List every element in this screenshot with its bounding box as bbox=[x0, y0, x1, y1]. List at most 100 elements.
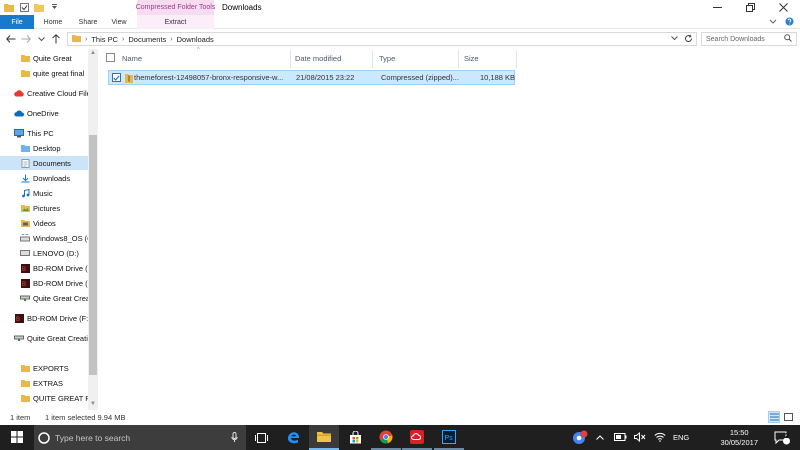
sidebar-item-label: Documents bbox=[33, 158, 71, 168]
column-divider[interactable] bbox=[290, 50, 291, 68]
refresh-icon[interactable] bbox=[684, 34, 693, 45]
creative-cloud-taskbar-icon[interactable] bbox=[402, 425, 432, 450]
scrollbar-thumb[interactable] bbox=[89, 135, 97, 375]
sidebar-item-pictures[interactable]: Pictures bbox=[0, 201, 88, 215]
breadcrumb-chevron-icon[interactable]: › bbox=[85, 36, 87, 43]
language-indicator[interactable]: ENG bbox=[673, 433, 689, 442]
tab-share[interactable]: Share bbox=[78, 15, 98, 29]
window-controls bbox=[701, 0, 800, 15]
sidebar-item-creative-cloud[interactable]: Creative Cloud Files bbox=[0, 86, 88, 100]
taskbar-search-input[interactable]: Type here to search bbox=[34, 425, 246, 450]
tab-home[interactable]: Home bbox=[44, 15, 63, 29]
sidebar-item-lenovo-drive[interactable]: LENOVO (D:) bbox=[0, 246, 88, 260]
store-icon[interactable] bbox=[340, 425, 370, 450]
folder-icon[interactable] bbox=[4, 2, 14, 12]
tab-file[interactable]: File bbox=[0, 15, 34, 29]
select-all-checkbox[interactable] bbox=[106, 53, 115, 64]
network-wifi-icon[interactable] bbox=[654, 432, 666, 444]
chrome-icon[interactable] bbox=[371, 425, 401, 450]
tab-extract[interactable]: Extract bbox=[137, 15, 214, 29]
back-arrow-icon[interactable] bbox=[5, 32, 17, 46]
sidebar-item-windows8-os[interactable]: Windows8_OS (C:) bbox=[0, 231, 88, 245]
system-tray: ENG bbox=[570, 425, 800, 450]
sidebar-item-quite-great-creative[interactable]: Quite Great Creative bbox=[0, 291, 88, 305]
sidebar-item-bd-rom-f-root[interactable]: B BD-ROM Drive (F:) bbox=[0, 311, 88, 325]
details-view-icon[interactable] bbox=[768, 411, 780, 423]
sidebar-item-quite-great-pieces[interactable]: QUITE GREAT PIECES bbox=[0, 391, 88, 405]
search-icon[interactable] bbox=[784, 34, 792, 44]
microphone-icon[interactable] bbox=[231, 432, 238, 445]
column-divider[interactable] bbox=[516, 50, 517, 68]
notification-count: 2 bbox=[785, 433, 789, 440]
sidebar-item-quite-great[interactable]: Quite Great bbox=[0, 51, 88, 65]
sidebar-item-music[interactable]: Music bbox=[0, 186, 88, 200]
restore-icon[interactable] bbox=[734, 0, 767, 15]
sidebar-item-quite-great-creative-root[interactable]: Quite Great Creative bbox=[0, 331, 88, 345]
scroll-up-arrow-icon[interactable]: ▲ bbox=[90, 50, 96, 56]
sidebar-item-label: Pictures bbox=[33, 203, 61, 213]
photoshop-icon[interactable]: Ps bbox=[434, 425, 464, 450]
tab-view[interactable]: View bbox=[111, 15, 126, 29]
taskbar-search-placeholder: Type here to search bbox=[55, 432, 131, 443]
customize-dropdown-icon[interactable] bbox=[49, 2, 59, 12]
sidebar-item-exports[interactable]: EXPORTS bbox=[0, 361, 88, 375]
breadcrumb-this-pc[interactable]: This PC bbox=[91, 35, 118, 44]
drive-icon bbox=[20, 248, 30, 258]
file-name[interactable]: themeforest-12498057-bronx-responsive-w.… bbox=[134, 73, 283, 82]
sidebar-item-downloads[interactable]: Downloads bbox=[0, 171, 88, 185]
large-icons-view-icon[interactable] bbox=[782, 411, 794, 423]
sidebar-item-extras[interactable]: EXTRAS bbox=[0, 376, 88, 390]
help-icon[interactable] bbox=[785, 17, 794, 28]
forward-arrow-icon[interactable] bbox=[20, 32, 32, 46]
navigation-scrollbar[interactable]: ▲ ▼ bbox=[88, 49, 98, 410]
search-input[interactable]: Search Downloads bbox=[701, 32, 797, 46]
action-center-icon[interactable]: 2 bbox=[768, 425, 796, 450]
recent-locations-chevron-icon[interactable] bbox=[35, 32, 47, 46]
sidebar-item-desktop[interactable]: Desktop bbox=[0, 141, 88, 155]
taskbar-clock[interactable]: 15:50 30/05/2017 bbox=[720, 428, 758, 448]
breadcrumb-chevron-icon[interactable]: › bbox=[170, 36, 172, 43]
properties-check-icon[interactable] bbox=[19, 2, 29, 12]
close-icon[interactable] bbox=[767, 0, 800, 15]
column-header-date-modified[interactable]: Date modified bbox=[295, 54, 341, 63]
battery-icon[interactable] bbox=[614, 433, 627, 443]
column-header-name[interactable]: Name bbox=[122, 54, 142, 63]
sidebar-item-documents[interactable]: Documents bbox=[0, 156, 88, 170]
column-header-size[interactable]: Size bbox=[464, 54, 479, 63]
scroll-down-arrow-icon[interactable]: ▼ bbox=[90, 401, 96, 407]
edge-browser-icon[interactable] bbox=[278, 425, 308, 450]
task-view-icon[interactable] bbox=[246, 425, 276, 450]
sidebar-item-onedrive[interactable]: OneDrive bbox=[0, 106, 88, 120]
column-divider[interactable] bbox=[458, 50, 459, 68]
creative-cloud-icon bbox=[14, 88, 24, 98]
sidebar-item-label: Downloads bbox=[33, 173, 71, 183]
row-checkbox[interactable] bbox=[112, 73, 121, 82]
address-history-chevron-icon[interactable] bbox=[671, 34, 678, 45]
breadcrumb-downloads[interactable]: Downloads bbox=[177, 35, 214, 44]
volume-muted-icon[interactable] bbox=[634, 431, 646, 444]
file-explorer-icon[interactable] bbox=[309, 425, 339, 450]
column-divider[interactable] bbox=[372, 50, 373, 68]
minimize-icon[interactable] bbox=[701, 0, 734, 15]
sidebar-item-quite-great-final[interactable]: quite great final bbox=[0, 66, 88, 80]
context-tab-group-label: Compressed Folder Tools bbox=[136, 0, 215, 15]
new-folder-icon[interactable] bbox=[34, 2, 44, 12]
sidebar-item-bd-rom-f[interactable]: B BD-ROM Drive (F:) bbox=[0, 276, 88, 290]
breadcrumb-chevron-icon[interactable]: › bbox=[122, 36, 124, 43]
start-button[interactable] bbox=[0, 425, 34, 450]
sidebar-item-label: BD-ROM Drive (F:) bbox=[27, 313, 88, 323]
music-folder-icon bbox=[20, 188, 30, 198]
address-bar[interactable]: › This PC › Documents › Downloads bbox=[67, 32, 697, 46]
file-row[interactable]: themeforest-12498057-bronx-responsive-w.… bbox=[108, 70, 515, 85]
quick-access-toolbar bbox=[4, 2, 59, 12]
sidebar-item-bd-rom-e[interactable]: B BD-ROM Drive (E:) bbox=[0, 261, 88, 275]
sidebar-item-videos[interactable]: Videos bbox=[0, 216, 88, 230]
status-bar: 1 item 1 item selected 9.94 MB bbox=[0, 411, 800, 424]
sidebar-item-this-pc[interactable]: This PC bbox=[0, 126, 88, 140]
column-header-type[interactable]: Type bbox=[379, 54, 395, 63]
up-arrow-icon[interactable] bbox=[50, 32, 62, 46]
chrome-notification-badge-icon[interactable] bbox=[572, 430, 588, 447]
expand-ribbon-icon[interactable] bbox=[769, 17, 777, 28]
show-hidden-icons-chevron-icon[interactable] bbox=[596, 433, 604, 442]
breadcrumb-documents[interactable]: Documents bbox=[128, 35, 166, 44]
